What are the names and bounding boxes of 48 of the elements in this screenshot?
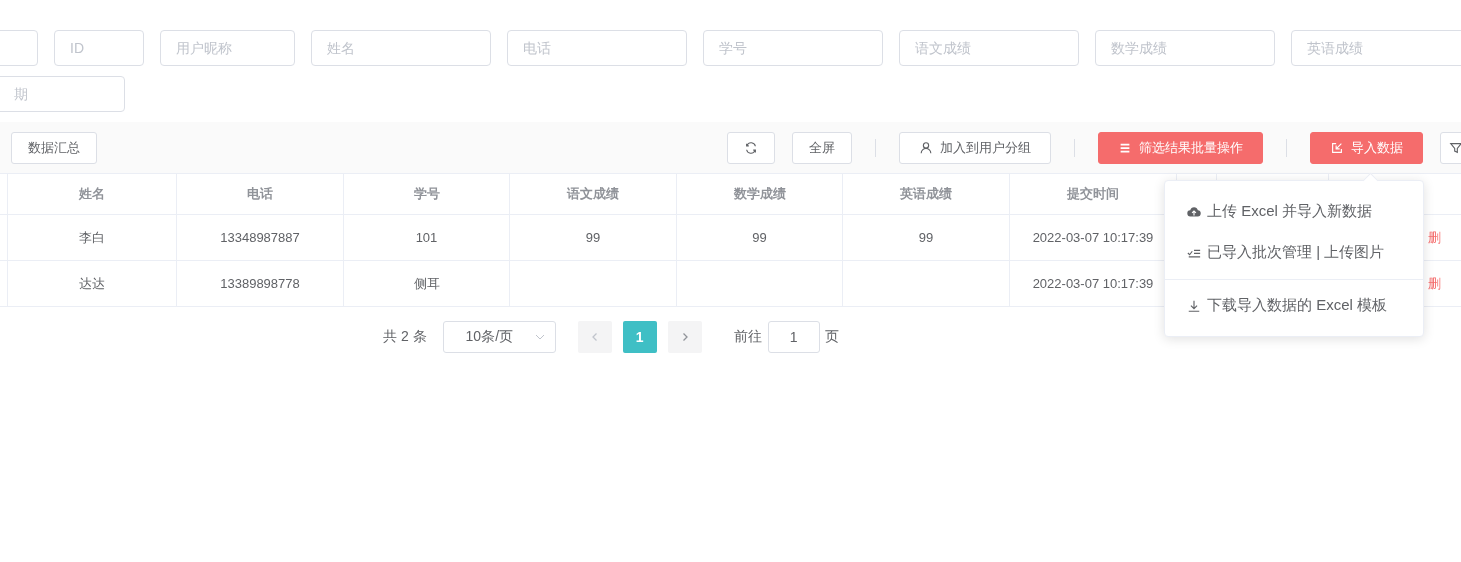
next-page-button[interactable] (667, 321, 702, 353)
menu-item[interactable]: 已导入批次管理 | 上传图片 (1165, 232, 1423, 273)
column-header: 英语成绩 (900, 186, 952, 201)
filter-field[interactable]: ID (54, 30, 144, 66)
download-icon (1187, 298, 1201, 313)
cloud-upload-icon (1187, 204, 1201, 219)
filter-field[interactable]: 语文成绩 (899, 30, 1079, 66)
filter-field[interactable]: 用户昵称 (160, 30, 295, 66)
table-cell: 99 (585, 230, 601, 245)
menu-item[interactable]: 下载导入数据的 Excel 模板 (1165, 285, 1423, 326)
user-icon (919, 140, 933, 155)
refresh-icon (744, 140, 758, 155)
refresh-button[interactable] (727, 131, 775, 164)
menu-item[interactable]: 上传 Excel 并导入新数据 (1165, 191, 1423, 232)
column-header: 学号 (413, 186, 440, 201)
table-cell: 13389898778 (220, 276, 300, 291)
table-cell: 李白 (79, 229, 105, 245)
table-cell: 101 (415, 230, 438, 245)
page-size-select[interactable]: 10条/页 (442, 321, 556, 353)
import-icon (1330, 140, 1344, 155)
goto-page-field[interactable]: 1 (767, 321, 820, 353)
table-cell: 侧耳 (413, 275, 440, 291)
toolbar-button[interactable]: 全屏 (792, 131, 852, 164)
table-cell: 99 (918, 230, 934, 245)
summary-button[interactable]: 数据汇总 (11, 131, 97, 164)
filter-field[interactable]: 英语成绩 (1291, 30, 1461, 66)
column-header: 姓名 (79, 186, 105, 201)
filter-field[interactable]: 姓名 (311, 30, 491, 66)
table-cell: 达达 (79, 275, 105, 291)
total-count: 共 2 条 (383, 328, 427, 346)
column-header: 语文成绩 (567, 186, 619, 201)
filter-field[interactable]: 数学成绩 (1095, 30, 1275, 66)
prev-page-button[interactable] (577, 321, 612, 353)
page-suffix: 页 (824, 328, 839, 346)
column-header: 提交时间 (1067, 186, 1119, 201)
table-cell: 13348987887 (220, 230, 300, 245)
column-header: 数学成绩 (733, 186, 786, 201)
table-cell: 2022-03-07 10:17:39 (1032, 276, 1154, 291)
column-header: 电话 (247, 186, 273, 201)
filter-field[interactable]: 学号 (703, 30, 883, 66)
table-cell: 99 (752, 230, 767, 245)
toolbar-button[interactable]: 加入到用户分组 (899, 131, 1051, 164)
table-cell: 2022-03-07 10:17:39 (1032, 230, 1154, 245)
filter-field[interactable]: 电话 (507, 30, 687, 66)
chevron-down-icon (534, 332, 545, 342)
filter-icon (1449, 140, 1461, 155)
goto-label: 前往 (733, 328, 762, 346)
date-field[interactable]: 期 (0, 76, 125, 112)
